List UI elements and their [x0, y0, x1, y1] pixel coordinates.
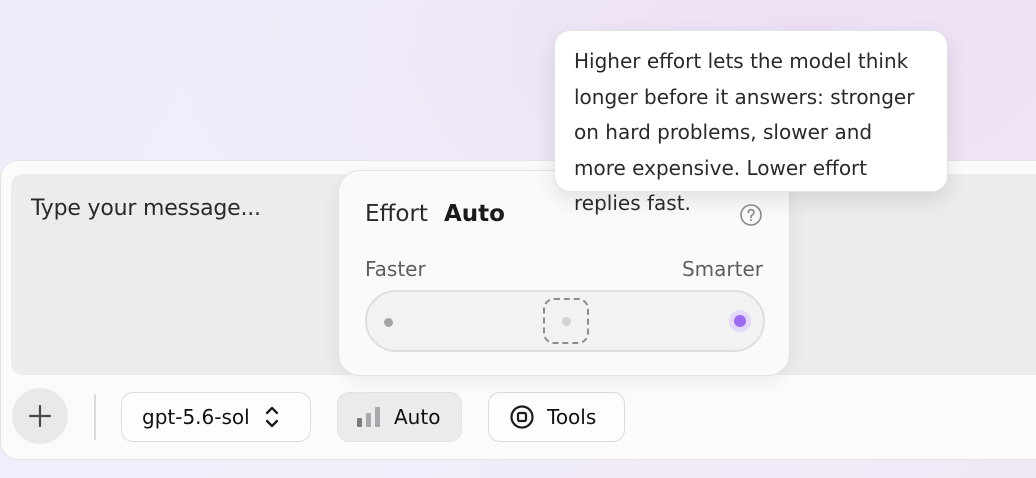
effort-stop-auto[interactable] — [562, 317, 571, 326]
effort-panel: Effort Auto Faster Smarter — [338, 170, 790, 376]
effort-value: Auto — [444, 201, 505, 227]
plus-icon — [28, 404, 52, 428]
effort-slider-track[interactable] — [365, 290, 765, 352]
model-selector-button[interactable]: gpt-5.6-sol — [121, 392, 311, 442]
effort-faster-label: Faster — [365, 257, 426, 281]
effort-title: Effort — [365, 201, 428, 227]
effort-tooltip-text: Higher effort lets the model think longe… — [574, 49, 915, 215]
chevron-up-down-icon — [265, 406, 278, 428]
effort-tooltip: Higher effort lets the model think longe… — [554, 30, 948, 215]
effort-button[interactable]: Auto — [337, 392, 462, 442]
signal-bars-icon — [357, 407, 380, 427]
effort-stop-smarter[interactable] — [734, 315, 746, 327]
message-placeholder: Type your message... — [31, 196, 261, 221]
add-button[interactable] — [12, 388, 68, 444]
toolbar-divider — [94, 394, 96, 440]
effort-button-label: Auto — [394, 405, 441, 429]
effort-smarter-label: Smarter — [681, 257, 763, 281]
question-circle-icon[interactable] — [739, 203, 763, 227]
tools-icon — [510, 405, 534, 429]
tools-button[interactable]: Tools — [488, 392, 625, 442]
effort-stop-faster[interactable] — [384, 318, 393, 327]
tools-button-label: Tools — [547, 405, 597, 429]
model-selector-label: gpt-5.6-sol — [142, 405, 250, 429]
